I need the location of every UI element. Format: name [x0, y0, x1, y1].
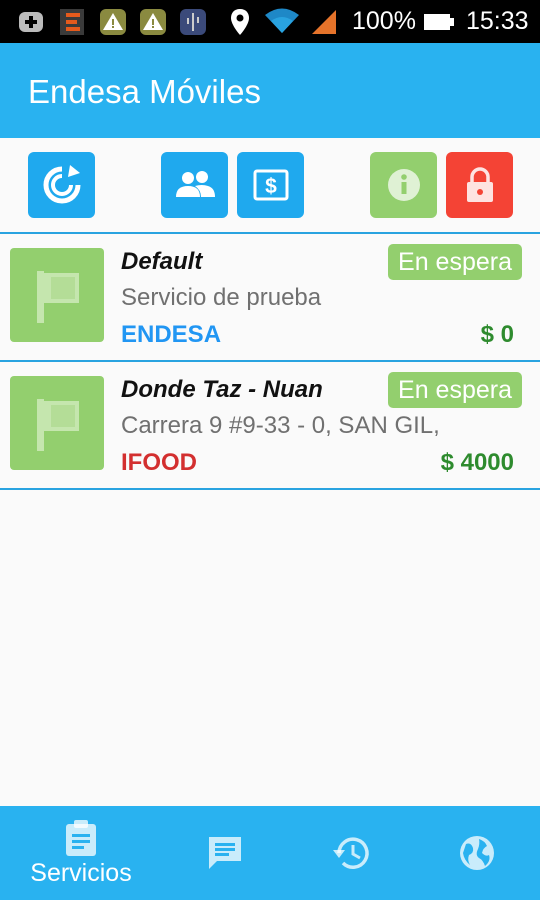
service-thumbnail — [10, 248, 104, 342]
nav-tab-messages[interactable] — [180, 806, 270, 900]
battery-percentage: 100% — [352, 7, 416, 35]
status-badge: En espera — [388, 372, 522, 408]
service-thumbnail — [10, 376, 104, 470]
people-icon — [175, 171, 215, 197]
action-toolbar: $ — [0, 138, 540, 234]
nav-tab-web[interactable] — [432, 806, 522, 900]
status-bar: 100% 15:33 — [0, 0, 540, 43]
warning-icon — [100, 9, 126, 35]
nav-label-servicios: Servicios — [30, 858, 132, 887]
nav-tab-history[interactable] — [306, 806, 396, 900]
service-list-item[interactable]: Donde Taz - Nuan En espera Carrera 9 #9-… — [0, 362, 540, 490]
chat-icon — [209, 837, 241, 869]
history-icon — [333, 837, 369, 869]
service-address: Carrera 9 #9-33 - 0, SAN GIL, — [121, 412, 440, 439]
lock-button[interactable] — [446, 152, 513, 218]
service-list-item[interactable]: Default En espera Servicio de prueba END… — [0, 234, 540, 362]
service-address: Servicio de prueba — [121, 284, 322, 311]
service-name: Default — [121, 248, 203, 275]
flag-icon — [37, 399, 79, 451]
globe-icon — [460, 836, 494, 870]
service-price: $ 4000 — [440, 449, 514, 476]
status-badge: En espera — [388, 244, 522, 280]
app-title: Endesa Móviles — [28, 73, 261, 110]
service-price: $ 0 — [480, 321, 514, 348]
nav-tab-servicios[interactable]: Servicios — [20, 806, 142, 900]
app-bar: Endesa Móviles — [0, 43, 540, 138]
service-client: IFOOD — [121, 449, 197, 476]
payments-button[interactable]: $ — [237, 152, 304, 218]
clipboard-icon — [66, 819, 96, 856]
app-notification-icon — [60, 9, 84, 35]
battery-icon — [424, 14, 454, 30]
status-clock: 15:33 — [466, 7, 529, 35]
bottom-navigation: Servicios — [0, 806, 540, 900]
svg-text:$: $ — [265, 175, 277, 198]
warning-icon — [140, 9, 166, 35]
lock-icon — [466, 167, 493, 202]
plus-notification-icon — [19, 12, 43, 32]
contacts-button[interactable] — [161, 152, 228, 218]
flag-icon — [37, 271, 79, 323]
signal-icon — [312, 10, 336, 34]
refresh-button[interactable] — [28, 152, 95, 218]
location-icon — [231, 9, 249, 35]
usb-icon — [180, 9, 206, 35]
service-client: ENDESA — [121, 321, 222, 348]
service-name: Donde Taz - Nuan — [121, 376, 323, 403]
refresh-icon — [43, 165, 80, 204]
info-icon — [387, 169, 420, 201]
money-icon: $ — [253, 169, 288, 201]
wifi-icon — [265, 8, 299, 33]
info-button[interactable] — [370, 152, 437, 218]
